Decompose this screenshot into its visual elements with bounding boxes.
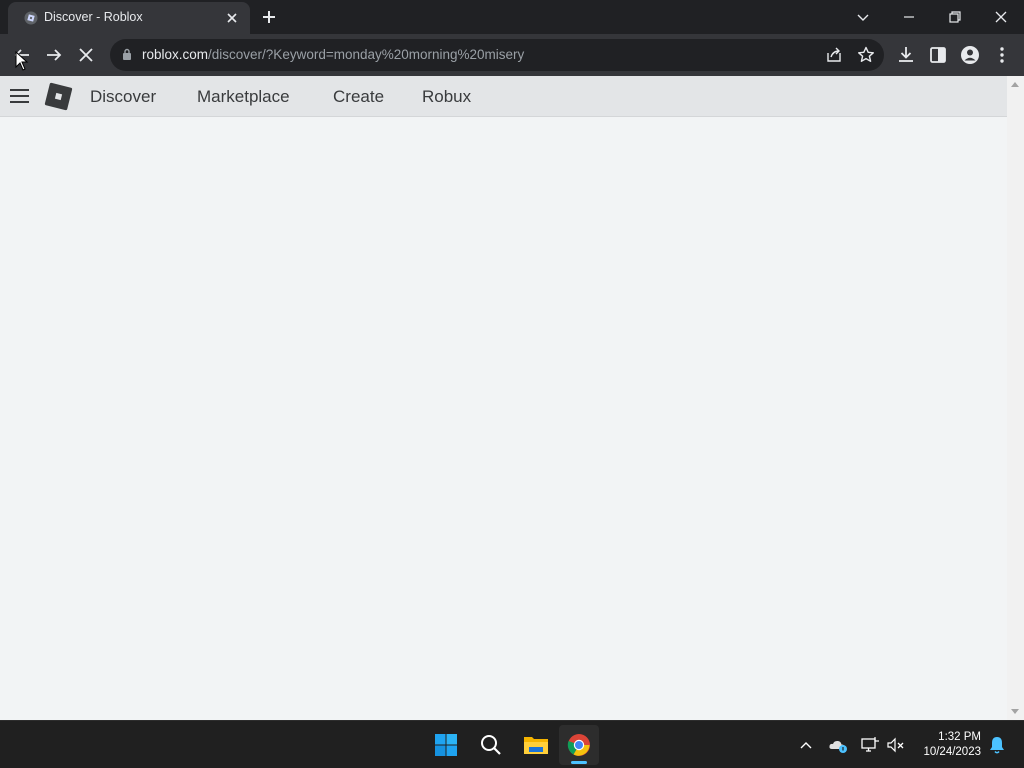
network-icon[interactable] <box>860 735 880 755</box>
nav-discover[interactable]: Discover <box>90 87 156 107</box>
mouse-cursor-icon <box>15 51 29 71</box>
start-icon <box>435 734 457 756</box>
browser-toolbar: roblox.com/discover/?Keyword=monday%20mo… <box>0 34 1024 76</box>
volume-muted-icon[interactable] <box>886 735 906 755</box>
active-app-indicator <box>571 761 587 764</box>
file-explorer-icon <box>524 737 548 754</box>
bookmark-star-icon[interactable] <box>856 45 876 65</box>
more-menu-icon[interactable] <box>991 44 1013 66</box>
search-icon <box>481 735 501 755</box>
minimize-icon[interactable] <box>898 6 920 28</box>
taskbar-clock[interactable]: 1:32 PM 10/24/2023 <box>923 730 981 760</box>
taskbar-file-explorer[interactable] <box>515 725 555 765</box>
downloads-icon[interactable] <box>895 44 917 66</box>
side-panel-icon[interactable] <box>927 44 949 66</box>
page-content <box>0 117 1007 720</box>
new-tab-icon[interactable] <box>260 8 278 26</box>
clock-time: 1:32 PM <box>938 731 981 743</box>
tab-search-chevron-icon[interactable] <box>852 6 874 28</box>
tab-title: Discover - Roblox <box>44 10 143 24</box>
scroll-down-arrow-icon[interactable] <box>1011 709 1019 714</box>
lock-icon[interactable] <box>122 48 132 61</box>
tab-discover-roblox[interactable]: Discover - Roblox <box>8 2 250 34</box>
hamburger-menu-icon[interactable] <box>10 88 30 104</box>
profile-avatar-icon[interactable] <box>959 44 981 66</box>
clock-date: 10/24/2023 <box>923 746 981 758</box>
close-window-icon[interactable] <box>990 6 1012 28</box>
vertical-scrollbar[interactable] <box>1007 76 1024 720</box>
roblox-logo-icon[interactable] <box>44 82 73 111</box>
share-icon[interactable] <box>824 45 844 65</box>
forward-icon[interactable] <box>43 44 65 66</box>
windows-taskbar: 1:32 PM 10/24/2023 <box>0 720 1024 768</box>
url-host: roblox.com <box>142 47 209 62</box>
address-bar[interactable]: roblox.com/discover/?Keyword=monday%20mo… <box>110 39 884 71</box>
nav-robux[interactable]: Robux <box>422 87 471 107</box>
url-text[interactable]: roblox.com/discover/?Keyword=monday%20mo… <box>142 47 524 62</box>
roblox-header: Discover Marketplace Create Robux <box>0 76 1007 117</box>
notifications-bell-icon[interactable] <box>987 735 1007 755</box>
onedrive-icon[interactable] <box>828 735 848 755</box>
url-path: /discover/?Keyword=monday%20morning%20mi… <box>208 47 525 62</box>
roblox-favicon-icon <box>24 11 38 25</box>
nav-create[interactable]: Create <box>333 87 384 107</box>
scroll-up-arrow-icon[interactable] <box>1011 82 1019 87</box>
browser-titlebar: Discover - Roblox <box>0 0 1024 34</box>
stop-loading-icon[interactable] <box>75 44 97 66</box>
taskbar-search-button[interactable] <box>471 725 511 765</box>
chrome-icon <box>567 734 590 756</box>
taskbar-chrome[interactable] <box>559 725 599 765</box>
restore-icon[interactable] <box>944 6 966 28</box>
close-tab-icon[interactable] <box>224 10 240 26</box>
show-hidden-icons-chevron-icon[interactable] <box>796 735 816 755</box>
start-button[interactable] <box>426 725 466 765</box>
nav-marketplace[interactable]: Marketplace <box>197 87 290 107</box>
